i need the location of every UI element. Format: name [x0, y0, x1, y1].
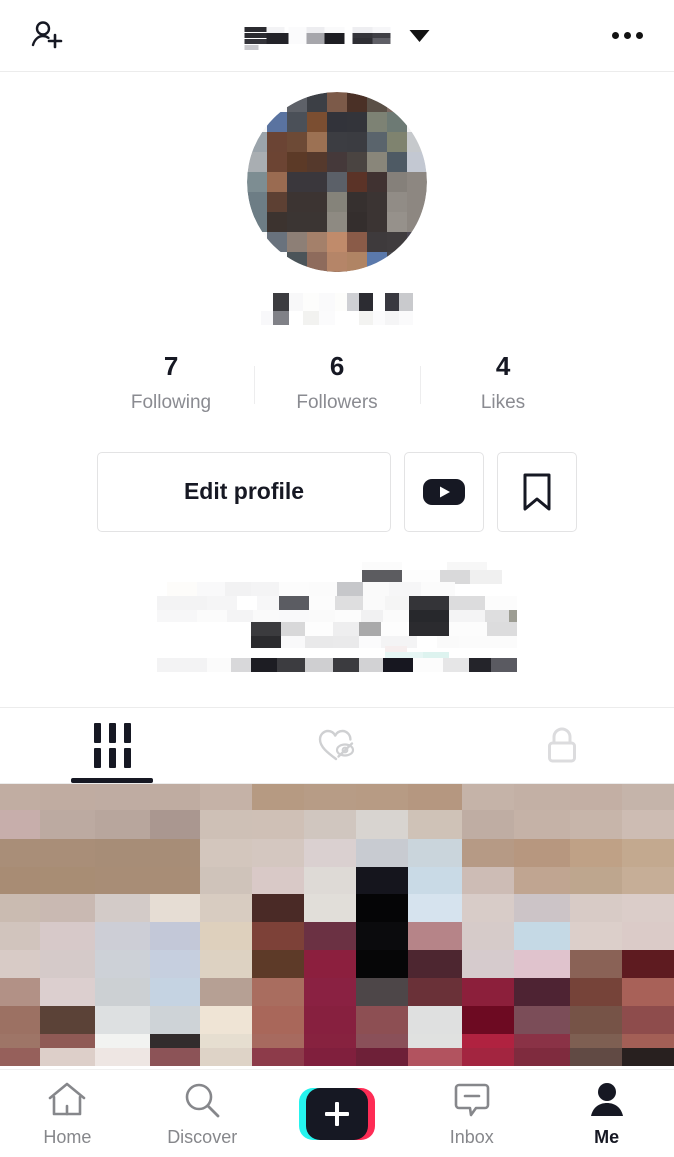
profile-handle: [261, 292, 413, 326]
video-grid-thumbnails-redacted: [0, 783, 674, 1066]
top-bar: [0, 0, 674, 72]
video-grid[interactable]: [0, 783, 674, 1069]
profile-header: 7 Following 6 Followers 4 Likes Edit pro…: [0, 72, 674, 708]
username-dropdown[interactable]: [244, 21, 430, 51]
nav-item-me[interactable]: Me: [539, 1070, 674, 1157]
nav-item-home[interactable]: Home: [0, 1070, 135, 1157]
grid-icon: [93, 722, 131, 768]
person-icon: [590, 1082, 623, 1116]
more-dot: [623, 32, 631, 39]
nav-item-create[interactable]: [270, 1070, 405, 1157]
add-friend-button[interactable]: [24, 13, 70, 59]
profile-tabs: [0, 708, 674, 784]
bookmark-button[interactable]: [497, 451, 577, 532]
likes-label: Likes: [480, 391, 526, 413]
tab-liked[interactable]: [225, 708, 450, 783]
handle-redacted-pixels: [261, 293, 413, 325]
profile-stats: 7 Following 6 Followers 4 Likes: [0, 351, 674, 414]
username-redacted-pixels: [244, 26, 391, 50]
lock-icon: [547, 727, 576, 763]
stat-likes[interactable]: 4 Likes: [421, 351, 586, 414]
nav-label-home: Home: [43, 1126, 92, 1147]
youtube-icon: [423, 478, 465, 505]
plus-icon: [305, 1087, 368, 1140]
nav-item-discover[interactable]: Discover: [135, 1070, 270, 1157]
stat-followers[interactable]: 6 Followers: [255, 351, 420, 414]
chevron-down-icon: [409, 29, 430, 42]
nav-label-inbox: Inbox: [449, 1126, 494, 1147]
tab-private[interactable]: [449, 708, 674, 783]
following-count: 7: [163, 351, 179, 381]
heart-hidden-icon: [318, 730, 355, 761]
profile-bio-redacted: [157, 559, 517, 675]
youtube-link-button[interactable]: [404, 451, 484, 532]
nav-label-discover: Discover: [167, 1126, 238, 1147]
more-options-button[interactable]: [604, 13, 650, 59]
more-dot: [611, 32, 619, 39]
add-person-icon: [31, 20, 63, 48]
nav-item-inbox[interactable]: Inbox: [404, 1070, 539, 1157]
tab-videos[interactable]: [0, 708, 225, 783]
followers-count: 6: [329, 351, 345, 381]
active-tab-underline: [71, 777, 154, 783]
followers-label: Followers: [296, 391, 378, 413]
following-label: Following: [130, 391, 212, 413]
stat-following[interactable]: 7 Following: [89, 351, 254, 414]
inbox-icon: [454, 1083, 490, 1116]
search-icon: [185, 1083, 220, 1117]
nav-label-me: Me: [594, 1126, 620, 1147]
profile-actions: Edit profile: [97, 451, 577, 532]
more-dot: [635, 32, 643, 39]
avatar[interactable]: [247, 92, 427, 272]
likes-count: 4: [495, 351, 511, 381]
home-icon: [49, 1082, 86, 1115]
bookmark-icon: [523, 473, 551, 511]
edit-profile-button[interactable]: Edit profile: [97, 451, 391, 532]
create-button[interactable]: [298, 1087, 375, 1140]
profile-screen: 7 Following 6 Followers 4 Likes Edit pro…: [0, 0, 674, 1157]
bottom-navigation: Home Discover Inbox Me: [0, 1069, 674, 1157]
